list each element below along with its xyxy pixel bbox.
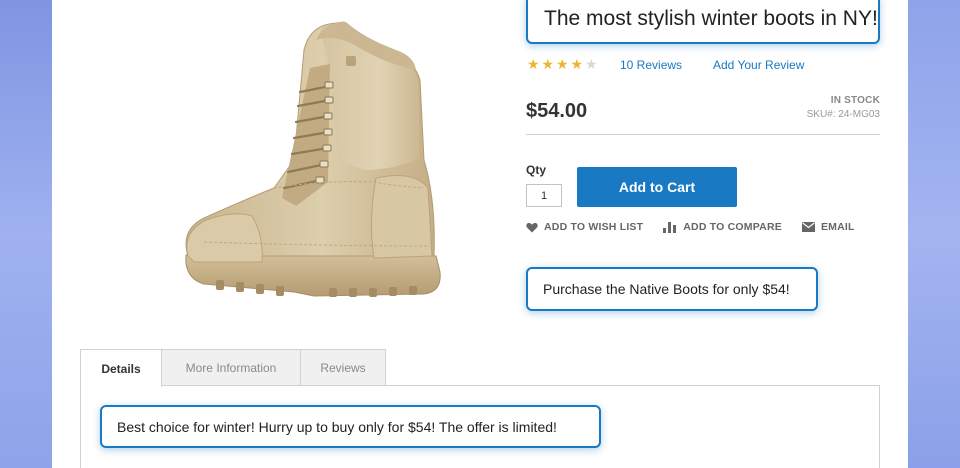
add-review-link[interactable]: Add Your Review <box>713 58 804 72</box>
product-title-text: The most stylish winter boots in NY! <box>544 7 878 30</box>
tab-more-information-label: More Information <box>185 361 277 375</box>
qty-label: Qty <box>526 163 547 177</box>
tab-more-information[interactable]: More Information <box>161 349 301 386</box>
product-tabs: Details More Information Reviews <box>80 349 386 387</box>
add-to-compare-link[interactable]: ADD TO COMPARE <box>663 221 782 233</box>
background-right <box>908 0 960 468</box>
email-label: EMAIL <box>820 221 855 233</box>
tab-reviews-label: Reviews <box>320 361 366 375</box>
boot-product-image[interactable] <box>124 10 454 310</box>
qty-input[interactable] <box>526 184 562 207</box>
promo-callout: Purchase the Native Boots for only $54! <box>526 267 818 311</box>
star-icon: ★ <box>527 56 540 72</box>
rating-stars: ★ ★ ★ ★ ★ <box>527 57 600 71</box>
tab-details-label: Details <box>101 361 141 376</box>
star-icon: ★ <box>570 56 584 72</box>
product-actions: ADD TO WISH LIST ADD TO COMPARE EMAIL <box>526 221 875 233</box>
product-sku: SKU#: 24-MG03 <box>806 109 880 120</box>
product-price: $54.00 <box>526 100 588 122</box>
details-text: Best choice for winter! Hurry up to buy … <box>117 418 557 435</box>
star-icon: ★ <box>556 56 569 72</box>
add-to-wishlist-link[interactable]: ADD TO WISH LIST <box>526 221 643 233</box>
promo-text: Purchase the Native Boots for only $54! <box>543 281 790 297</box>
compare-label: ADD TO COMPARE <box>683 221 782 233</box>
wishlist-label: ADD TO WISH LIST <box>544 221 644 233</box>
price-divider <box>526 134 880 135</box>
heart-icon <box>526 222 538 232</box>
product-page: The most stylish winter boots in NY! ★ ★… <box>52 0 908 468</box>
tab-details[interactable]: Details <box>80 349 162 387</box>
compare-bars-icon <box>663 221 677 233</box>
rating-summary: ★ ★ ★ ★ ★ <box>527 57 600 71</box>
details-callout: Best choice for winter! Hurry up to buy … <box>100 405 601 448</box>
envelope-icon <box>801 222 815 232</box>
add-to-cart-button[interactable]: Add to Cart <box>577 167 737 207</box>
product-title: The most stylish winter boots in NY! <box>526 0 880 44</box>
reviews-link[interactable]: 10 Reviews <box>620 58 682 72</box>
star-empty-icon: ★ <box>585 56 598 72</box>
stock-status: IN STOCK <box>830 95 880 106</box>
star-icon: ★ <box>541 56 555 72</box>
background-left <box>0 0 52 468</box>
tab-reviews[interactable]: Reviews <box>300 349 386 386</box>
email-link[interactable]: EMAIL <box>801 221 855 233</box>
